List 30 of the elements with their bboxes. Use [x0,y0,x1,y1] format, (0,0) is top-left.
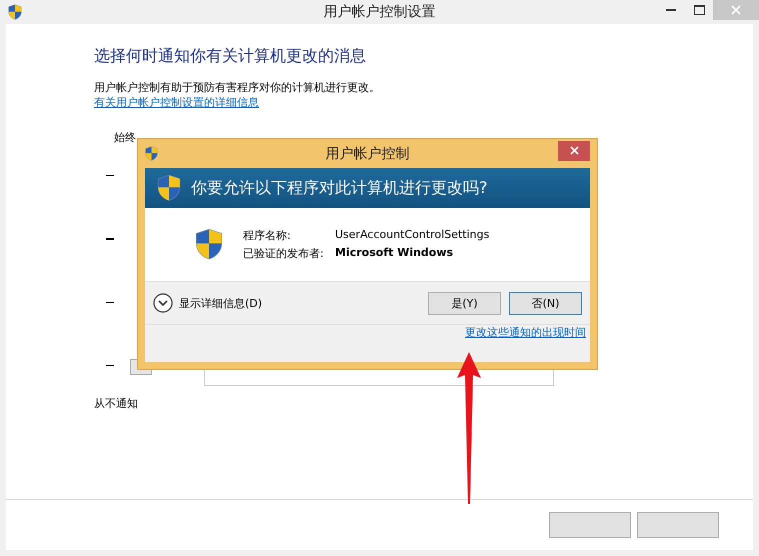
field-label: 程序名称: [243,228,292,243]
maximize-icon [694,5,704,15]
details-toggle[interactable]: 显示详细信息(D) [153,293,262,313]
page-heading: 选择何时通知你有关计算机更改的消息 [94,46,367,67]
slider-tick [106,238,114,240]
close-icon [731,5,741,15]
close-icon [570,146,578,155]
dialog-button[interactable]: 否(N) [509,292,582,314]
shield-icon [145,146,158,161]
field-label: 已验证的发布者: [243,246,325,261]
field-value: UserAccountControlSettings [335,228,490,243]
dialog-button[interactable]: 是(Y) [428,292,501,314]
slider-tick [106,365,114,366]
dialog-question: 你要允许以下程序对此计算机进行更改吗? [191,178,488,198]
info-link[interactable]: 有关用户帐户控制设置的详细信息 [94,95,259,110]
minimize-icon [666,9,676,11]
field-value: Microsoft Windows [335,246,454,261]
shield-icon [8,4,22,20]
window-title: 用户帐户控制设置 [322,3,436,21]
description-text: 用户帐户控制有助于预防有害程序对你的计算机进行更改。 [94,80,381,95]
shield-icon [195,228,223,261]
slider-tick [106,302,114,303]
slider-bottom-label: 从不通知 [94,396,139,411]
chevron-down-icon [153,293,173,313]
close-button[interactable] [558,140,590,160]
slider-tick [106,175,114,176]
shield-icon [157,174,181,202]
dialog-title: 用户帐户控制 [324,144,410,162]
notification-link[interactable]: 更改这些通知的出现时间 [465,325,586,340]
slider-top-label: 始终 [114,130,137,145]
